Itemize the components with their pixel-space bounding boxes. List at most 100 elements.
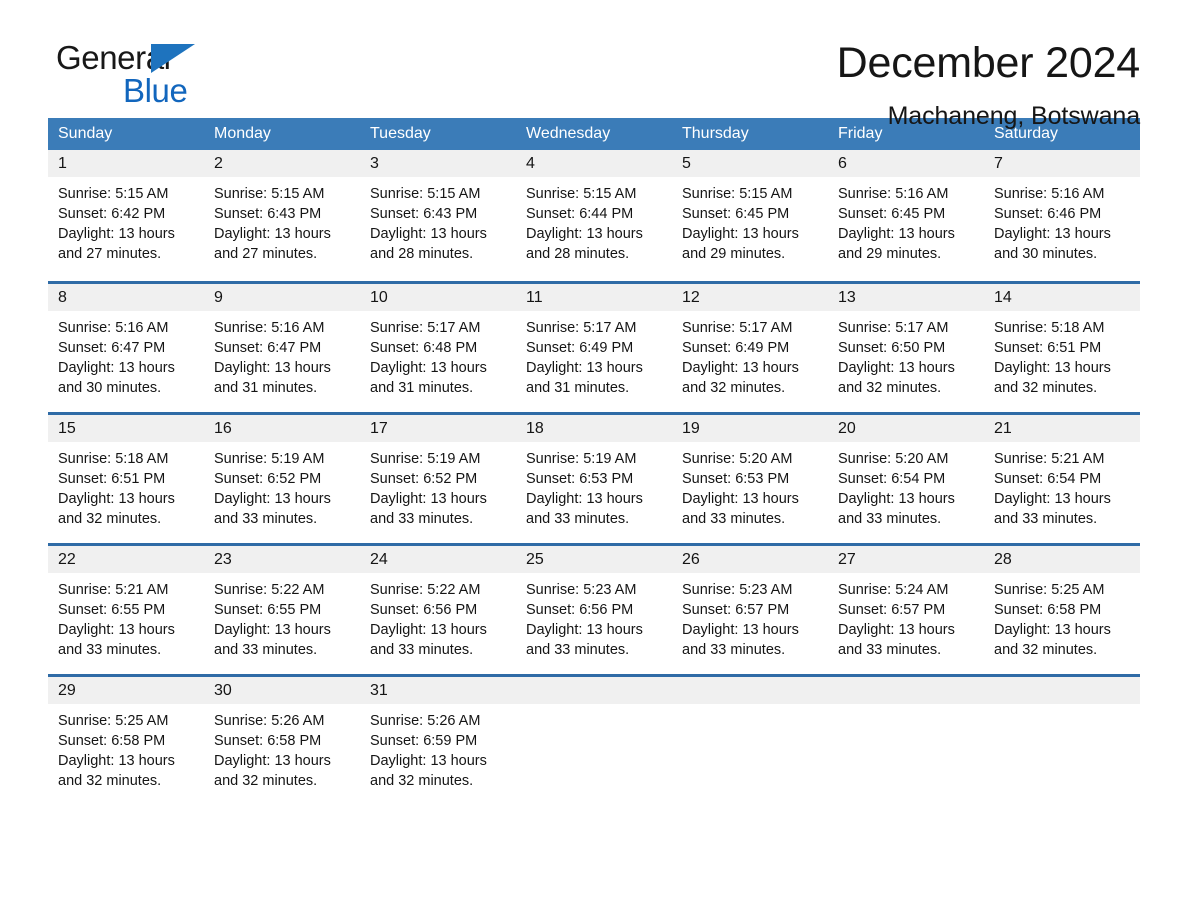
day-details: Sunrise: 5:17 AM Sunset: 6:48 PM Daylight:…: [360, 311, 516, 398]
calendar-day-cell[interactable]: 27 Sunrise: 5:24 AM Sunset: 6:57 PM Dayligh…: [828, 546, 984, 674]
calendar-day-cell[interactable]: 8 Sunrise: 5:16 AM Sunset: 6:47 PM Daylight…: [48, 284, 204, 412]
calendar-day-cell[interactable]: 6 Sunrise: 5:16 AM Sunset: 6:45 PM Daylight…: [828, 150, 984, 281]
sunrise-time: Sunrise: 5:21 AM: [994, 451, 1105, 467]
day-details: Sunrise: 5:21 AM Sunset: 6:54 PM Daylight:…: [984, 442, 1140, 529]
day-number-strip: 18: [516, 415, 672, 442]
daylight-duration-line2: and 31 minutes.: [526, 380, 630, 396]
calendar-day-cell[interactable]: 2 Sunrise: 5:15 AM Sunset: 6:43 PM Daylight…: [204, 150, 360, 281]
calendar-day-cell[interactable]: 14 Sunrise: 5:18 AM Sunset: 6:51 PM Dayligh…: [984, 284, 1140, 412]
day-number: 20: [838, 420, 856, 437]
day-number-strip: 21: [984, 415, 1140, 442]
calendar-day-cell[interactable]: 9 Sunrise: 5:16 AM Sunset: 6:47 PM Daylight…: [204, 284, 360, 412]
calendar-day-cell[interactable]: 29 Sunrise: 5:25 AM Sunset: 6:58 PM Dayligh…: [48, 677, 204, 805]
sunset-time: Sunset: 6:55 PM: [214, 602, 322, 618]
daylight-duration-line1: Daylight: 13 hours: [994, 622, 1111, 638]
day-details: Sunrise: 5:22 AM Sunset: 6:55 PM Daylight:…: [204, 573, 360, 660]
sunset-time: Sunset: 6:51 PM: [58, 471, 166, 487]
calendar-day-cell[interactable]: 10 Sunrise: 5:17 AM Sunset: 6:48 PM Dayligh…: [360, 284, 516, 412]
dow-tuesday: Tuesday: [370, 125, 431, 142]
calendar-day-cell[interactable]: 11 Sunrise: 5:17 AM Sunset: 6:49 PM Dayligh…: [516, 284, 672, 412]
day-number: 22: [58, 551, 76, 568]
daylight-duration-line2: and 31 minutes.: [214, 380, 318, 396]
daylight-duration-line2: and 30 minutes.: [58, 380, 162, 396]
day-number: 19: [682, 420, 700, 437]
calendar-day-cell[interactable]: 4 Sunrise: 5:15 AM Sunset: 6:44 PM Daylight…: [516, 150, 672, 281]
calendar-week-row: 22 Sunrise: 5:21 AM Sunset: 6:55 PM Dayligh…: [48, 543, 1140, 674]
day-number: 6: [838, 155, 847, 172]
calendar-day-cell[interactable]: 28 Sunrise: 5:25 AM Sunset: 6:58 PM Dayligh…: [984, 546, 1140, 674]
sunrise-time: Sunrise: 5:23 AM: [526, 582, 637, 598]
calendar-day-cell[interactable]: 23 Sunrise: 5:22 AM Sunset: 6:55 PM Dayligh…: [204, 546, 360, 674]
calendar-week-row: 1 Sunrise: 5:15 AM Sunset: 6:42 PM Daylight…: [48, 150, 1140, 281]
sunrise-time: Sunrise: 5:15 AM: [58, 186, 169, 202]
calendar-day-cell[interactable]: 20 Sunrise: 5:20 AM Sunset: 6:54 PM Dayligh…: [828, 415, 984, 543]
day-number-strip: 19: [672, 415, 828, 442]
calendar-day-cell[interactable]: 24 Sunrise: 5:22 AM Sunset: 6:56 PM Dayligh…: [360, 546, 516, 674]
calendar-day-cell[interactable]: 15 Sunrise: 5:18 AM Sunset: 6:51 PM Dayligh…: [48, 415, 204, 543]
day-number-strip: 28: [984, 546, 1140, 573]
calendar-day-cell[interactable]: 26 Sunrise: 5:23 AM Sunset: 6:57 PM Dayligh…: [672, 546, 828, 674]
day-number: 30: [214, 682, 232, 699]
calendar-day-cell[interactable]: 16 Sunrise: 5:19 AM Sunset: 6:52 PM Dayligh…: [204, 415, 360, 543]
calendar-day-cell[interactable]: 5 Sunrise: 5:15 AM Sunset: 6:45 PM Daylight…: [672, 150, 828, 281]
day-number-strip: [516, 677, 672, 704]
sunset-time: Sunset: 6:58 PM: [214, 733, 322, 749]
calendar-day-cell[interactable]: 30 Sunrise: 5:26 AM Sunset: 6:58 PM Dayligh…: [204, 677, 360, 805]
daylight-duration-line2: and 33 minutes.: [370, 642, 474, 658]
day-number: 25: [526, 551, 544, 568]
general-blue-logo[interactable]: General Blue: [48, 38, 208, 110]
daylight-duration-line2: and 32 minutes.: [58, 511, 162, 527]
daylight-duration-line1: Daylight: 13 hours: [58, 226, 175, 242]
day-details: Sunrise: 5:19 AM Sunset: 6:52 PM Daylight:…: [204, 442, 360, 529]
calendar-day-cell[interactable]: 21 Sunrise: 5:21 AM Sunset: 6:54 PM Dayligh…: [984, 415, 1140, 543]
day-number: 28: [994, 551, 1012, 568]
calendar-day-cell-empty: [516, 677, 672, 805]
day-number-strip: 6: [828, 150, 984, 177]
sunrise-time: Sunrise: 5:23 AM: [682, 582, 793, 598]
sunset-time: Sunset: 6:58 PM: [58, 733, 166, 749]
calendar-day-cell[interactable]: 19 Sunrise: 5:20 AM Sunset: 6:53 PM Dayligh…: [672, 415, 828, 543]
day-number-strip: 30: [204, 677, 360, 704]
calendar-day-cell[interactable]: 18 Sunrise: 5:19 AM Sunset: 6:53 PM Dayligh…: [516, 415, 672, 543]
day-number: 18: [526, 420, 544, 437]
sunrise-time: Sunrise: 5:22 AM: [370, 582, 481, 598]
sunset-time: Sunset: 6:57 PM: [682, 602, 790, 618]
sunset-time: Sunset: 6:52 PM: [370, 471, 478, 487]
daylight-duration-line2: and 28 minutes.: [526, 246, 630, 262]
calendar-day-cell-empty: [672, 677, 828, 805]
sunset-time: Sunset: 6:47 PM: [58, 340, 166, 356]
daylight-duration-line1: Daylight: 13 hours: [58, 491, 175, 507]
calendar-day-cell[interactable]: 17 Sunrise: 5:19 AM Sunset: 6:52 PM Dayligh…: [360, 415, 516, 543]
sunrise-time: Sunrise: 5:19 AM: [214, 451, 325, 467]
sunrise-time: Sunrise: 5:24 AM: [838, 582, 949, 598]
day-details: Sunrise: 5:23 AM Sunset: 6:56 PM Daylight:…: [516, 573, 672, 660]
calendar-day-cell[interactable]: 25 Sunrise: 5:23 AM Sunset: 6:56 PM Dayligh…: [516, 546, 672, 674]
day-number-strip: 14: [984, 284, 1140, 311]
calendar-day-cell[interactable]: 31 Sunrise: 5:26 AM Sunset: 6:59 PM Dayligh…: [360, 677, 516, 805]
calendar-day-cell[interactable]: 3 Sunrise: 5:15 AM Sunset: 6:43 PM Daylight…: [360, 150, 516, 281]
sunrise-time: Sunrise: 5:25 AM: [994, 582, 1105, 598]
day-details: Sunrise: 5:19 AM Sunset: 6:53 PM Daylight:…: [516, 442, 672, 529]
calendar-day-cell[interactable]: 13 Sunrise: 5:17 AM Sunset: 6:50 PM Dayligh…: [828, 284, 984, 412]
day-details: Sunrise: 5:17 AM Sunset: 6:50 PM Daylight:…: [828, 311, 984, 398]
calendar-day-cell[interactable]: 12 Sunrise: 5:17 AM Sunset: 6:49 PM Dayligh…: [672, 284, 828, 412]
day-details: Sunrise: 5:26 AM Sunset: 6:58 PM Daylight:…: [204, 704, 360, 791]
calendar-day-cell[interactable]: 22 Sunrise: 5:21 AM Sunset: 6:55 PM Dayligh…: [48, 546, 204, 674]
dow-sunday: Sunday: [58, 125, 113, 142]
day-number-strip: 22: [48, 546, 204, 573]
day-details: Sunrise: 5:24 AM Sunset: 6:57 PM Daylight:…: [828, 573, 984, 660]
day-details: Sunrise: 5:22 AM Sunset: 6:56 PM Daylight:…: [360, 573, 516, 660]
day-number: 11: [526, 289, 543, 306]
calendar-day-cell[interactable]: 7 Sunrise: 5:16 AM Sunset: 6:46 PM Daylight…: [984, 150, 1140, 281]
day-number-strip: 31: [360, 677, 516, 704]
dow-wednesday: Wednesday: [526, 125, 611, 142]
day-number: 23: [214, 551, 232, 568]
daylight-duration-line2: and 33 minutes.: [58, 642, 162, 658]
sunrise-time: Sunrise: 5:16 AM: [994, 186, 1105, 202]
calendar-week-row: 15 Sunrise: 5:18 AM Sunset: 6:51 PM Dayligh…: [48, 412, 1140, 543]
sunrise-time: Sunrise: 5:25 AM: [58, 713, 169, 729]
day-details: Sunrise: 5:16 AM Sunset: 6:45 PM Daylight:…: [828, 177, 984, 264]
calendar-day-cell[interactable]: 1 Sunrise: 5:15 AM Sunset: 6:42 PM Daylight…: [48, 150, 204, 281]
calendar-day-cell-empty: [984, 677, 1140, 805]
sunset-time: Sunset: 6:56 PM: [526, 602, 634, 618]
